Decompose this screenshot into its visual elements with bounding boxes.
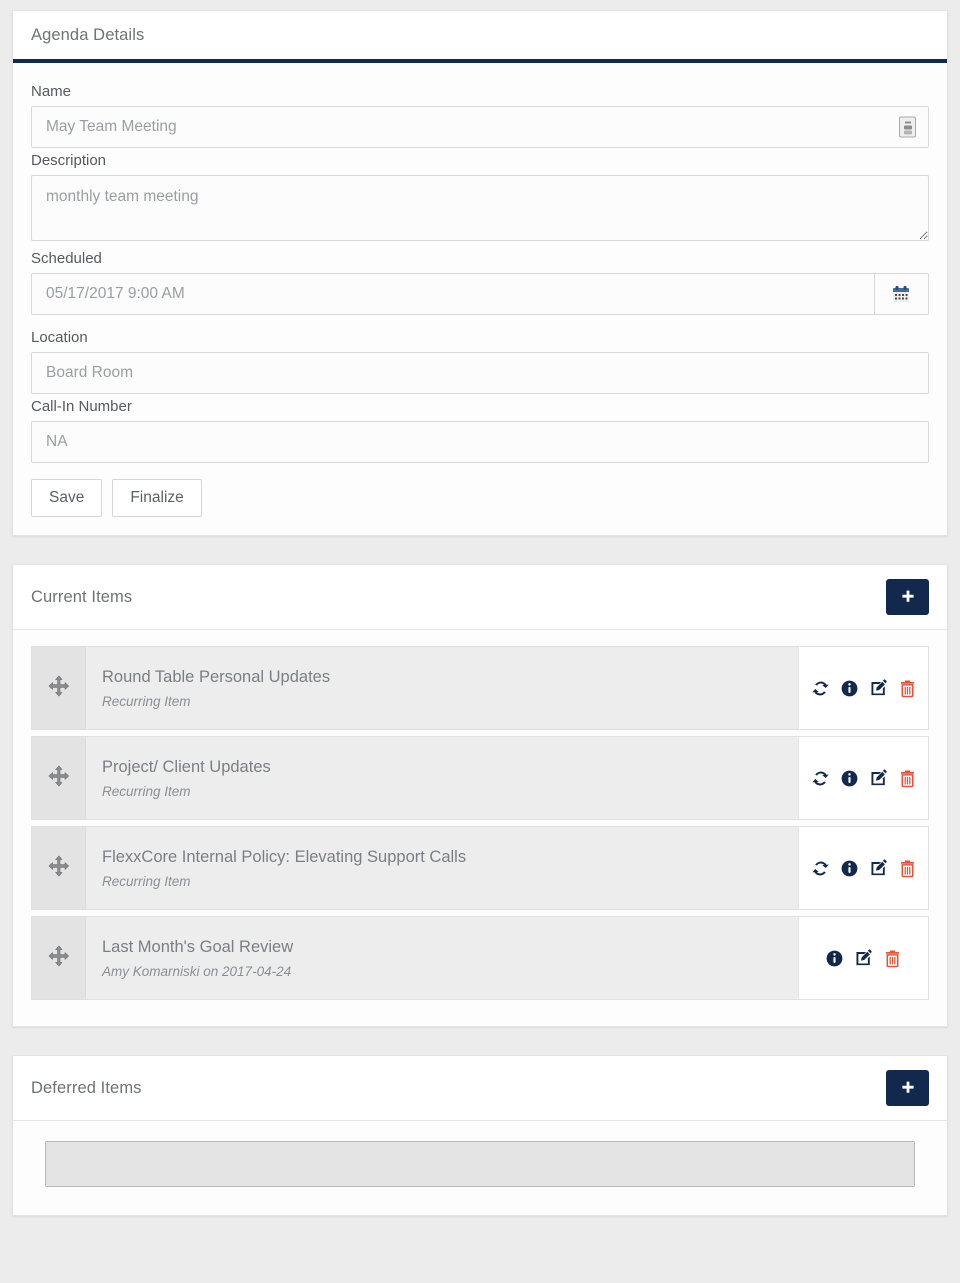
deferred-empty-dropzone[interactable]	[45, 1141, 915, 1187]
plus-icon	[900, 589, 916, 605]
current-items-panel: Current Items Round Table Personal Updat…	[12, 564, 948, 1027]
add-current-item-button[interactable]	[886, 579, 929, 615]
item-row: Round Table Personal Updates Recurring I…	[31, 646, 929, 730]
badge-icon	[899, 117, 916, 138]
current-items-list: Round Table Personal Updates Recurring I…	[13, 630, 947, 1026]
page-root: Agenda Details Name Description Schedule…	[0, 0, 960, 1254]
item-content: Project/ Client Updates Recurring Item	[86, 737, 798, 819]
item-title: FlexxCore Internal Policy: Elevating Sup…	[102, 848, 792, 867]
move-icon	[48, 675, 70, 702]
edit-icon[interactable]	[854, 949, 873, 968]
current-items-header: Current Items	[13, 565, 947, 630]
delete-icon[interactable]	[898, 769, 917, 788]
description-textarea[interactable]	[31, 175, 929, 241]
refresh-icon[interactable]	[811, 679, 830, 698]
item-row: FlexxCore Internal Policy: Elevating Sup…	[31, 826, 929, 910]
item-actions	[798, 737, 928, 819]
delete-icon[interactable]	[898, 859, 917, 878]
finalize-button[interactable]: Finalize	[112, 479, 201, 517]
plus-icon	[900, 1080, 916, 1096]
current-items-title: Current Items	[31, 588, 132, 607]
item-content: Round Table Personal Updates Recurring I…	[86, 647, 798, 729]
drag-handle[interactable]	[32, 647, 86, 729]
item-actions	[798, 827, 928, 909]
item-actions	[798, 647, 928, 729]
deferred-items-list	[13, 1121, 947, 1215]
callin-label: Call-In Number	[31, 398, 929, 415]
drag-handle[interactable]	[32, 827, 86, 909]
item-row: Last Month's Goal Review Amy Komarniski …	[31, 916, 929, 1000]
agenda-details-header: Agenda Details	[13, 11, 947, 63]
move-icon	[48, 855, 70, 882]
item-title: Last Month's Goal Review	[102, 938, 792, 957]
info-icon[interactable]	[840, 859, 859, 878]
deferred-items-header: Deferred Items	[13, 1056, 947, 1121]
info-icon[interactable]	[825, 949, 844, 968]
item-subtitle: Recurring Item	[102, 874, 792, 889]
info-icon[interactable]	[840, 679, 859, 698]
edit-icon[interactable]	[869, 769, 888, 788]
refresh-icon[interactable]	[811, 859, 830, 878]
item-title: Round Table Personal Updates	[102, 668, 792, 687]
drag-handle[interactable]	[32, 737, 86, 819]
scheduled-label: Scheduled	[31, 250, 929, 267]
scheduled-field-group	[31, 273, 929, 315]
item-subtitle: Recurring Item	[102, 694, 792, 709]
agenda-details-body: Name Description Scheduled	[13, 63, 947, 535]
move-icon	[48, 945, 70, 972]
item-subtitle: Recurring Item	[102, 784, 792, 799]
item-title: Project/ Client Updates	[102, 758, 792, 777]
drag-handle[interactable]	[32, 917, 86, 999]
name-field-wrap	[31, 106, 929, 148]
scheduled-input[interactable]	[31, 273, 875, 315]
item-actions	[798, 917, 928, 999]
item-row: Project/ Client Updates Recurring Item	[31, 736, 929, 820]
item-subtitle: Amy Komarniski on 2017-04-24	[102, 964, 792, 979]
edit-icon[interactable]	[869, 679, 888, 698]
calendar-icon[interactable]	[875, 273, 929, 315]
name-input[interactable]	[31, 106, 929, 148]
edit-icon[interactable]	[869, 859, 888, 878]
move-icon	[48, 765, 70, 792]
callin-input[interactable]	[31, 421, 929, 463]
info-icon[interactable]	[840, 769, 859, 788]
description-label: Description	[31, 152, 929, 169]
agenda-button-row: Save Finalize	[31, 479, 929, 517]
deferred-items-panel: Deferred Items	[12, 1055, 948, 1216]
location-label: Location	[31, 329, 929, 346]
save-button[interactable]: Save	[31, 479, 102, 517]
add-deferred-item-button[interactable]	[886, 1070, 929, 1106]
location-input[interactable]	[31, 352, 929, 394]
name-label: Name	[31, 83, 929, 100]
delete-icon[interactable]	[898, 679, 917, 698]
item-content: Last Month's Goal Review Amy Komarniski …	[86, 917, 798, 999]
refresh-icon[interactable]	[811, 769, 830, 788]
deferred-items-title: Deferred Items	[31, 1079, 142, 1098]
item-content: FlexxCore Internal Policy: Elevating Sup…	[86, 827, 798, 909]
agenda-details-panel: Agenda Details Name Description Schedule…	[12, 10, 948, 536]
delete-icon[interactable]	[883, 949, 902, 968]
agenda-details-title: Agenda Details	[31, 26, 144, 45]
